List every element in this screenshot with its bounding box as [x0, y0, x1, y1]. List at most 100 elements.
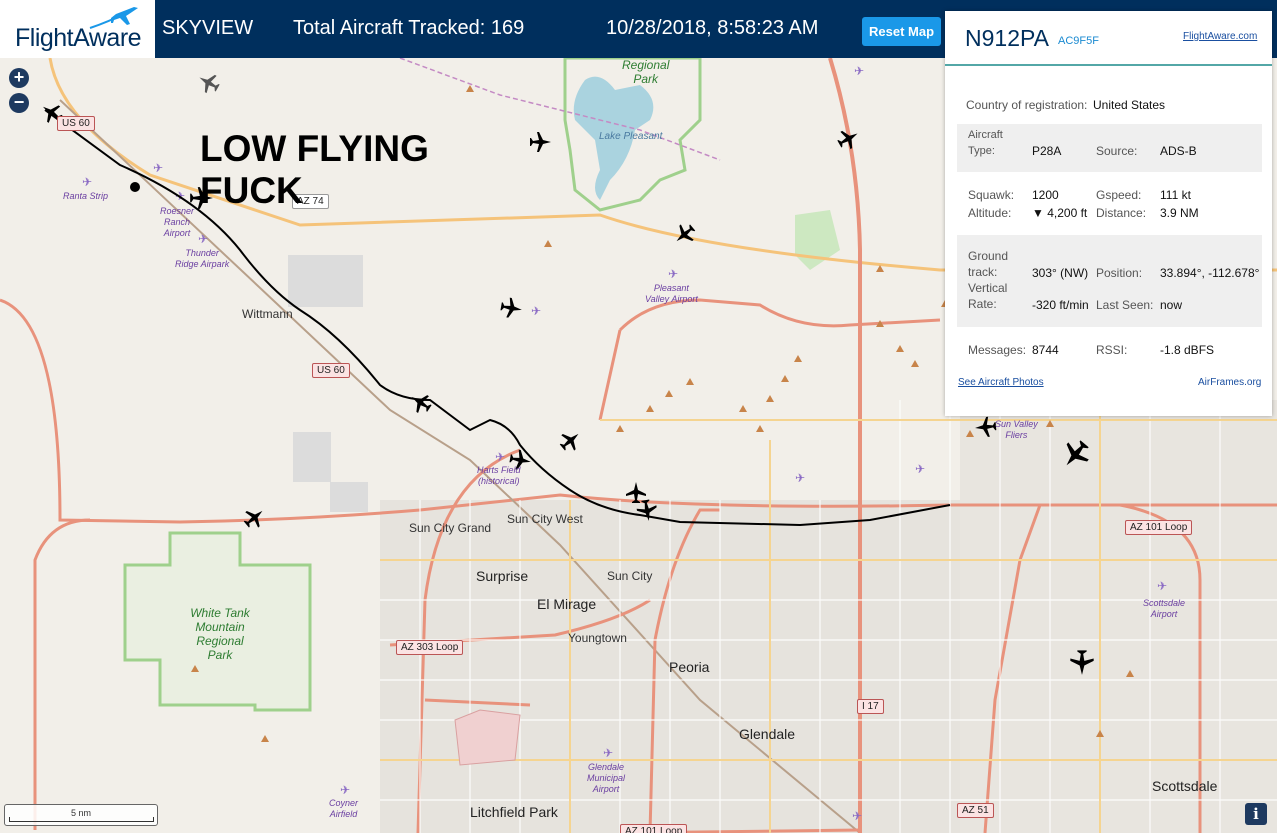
- svg-text:✈: ✈: [668, 267, 678, 281]
- rssi-key: RSSI:: [1096, 343, 1128, 357]
- airframes-link[interactable]: AirFrames.org: [1198, 377, 1261, 388]
- aircraft-icon[interactable]: [409, 391, 433, 415]
- airport-label-line: Airfield: [329, 809, 358, 819]
- airport-label: Glendale Municipal Airport: [587, 762, 625, 795]
- squawk-key: Squawk:: [968, 188, 1015, 202]
- aircraft-icon[interactable]: [242, 506, 266, 530]
- aircraft-icon[interactable]: [836, 127, 860, 151]
- app-title: SKYVIEW: [162, 17, 254, 39]
- aircraft-icon[interactable]: [558, 429, 582, 453]
- svg-text:✈: ✈: [852, 809, 862, 823]
- info-button[interactable]: i: [1245, 803, 1267, 825]
- park-label: Regional Park: [622, 58, 669, 86]
- airbase-area: [454, 709, 521, 766]
- town-label: Litchfield Park: [470, 804, 558, 820]
- airport-label-line: Thunder: [185, 248, 219, 258]
- distance-value: 3.9 NM: [1160, 206, 1199, 220]
- aircraft-icon[interactable]: [197, 71, 221, 95]
- park-label-line: White Tank: [190, 606, 250, 620]
- town-label: Wittmann: [242, 307, 293, 321]
- landfill-area: [293, 432, 331, 482]
- vertical-rate-value: -320 ft/min: [1032, 298, 1089, 312]
- vertical-rate-key: Vertical Rate:: [968, 280, 1007, 312]
- urban-area: [960, 400, 1277, 833]
- country-key: Country of registration:: [966, 98, 1088, 112]
- airport-label-line: Ranch: [164, 217, 191, 227]
- park-label-line: Regional: [196, 634, 244, 648]
- timestamp: 10/28/2018, 8:58:23 AM: [606, 17, 819, 39]
- flightaware-link[interactable]: FlightAware.com: [1183, 31, 1257, 42]
- registration-label: N912PA: [965, 25, 1049, 51]
- aircraft-icon[interactable]: [1060, 438, 1092, 470]
- position-key: Position:: [1096, 266, 1143, 280]
- town-label: Sun City: [607, 569, 653, 583]
- svg-text:✈: ✈: [915, 462, 925, 476]
- position-value: 33.894°, -112.678°: [1160, 266, 1260, 280]
- airport-label-line: Pleasant: [653, 283, 689, 293]
- airport-label-line: Airport: [163, 228, 191, 238]
- town-label: Sun City Grand: [409, 521, 492, 535]
- ground-track-value: 303° (NW): [1032, 266, 1089, 280]
- airport-label-line: Glendale: [588, 762, 625, 772]
- town-label: Youngtown: [568, 631, 627, 645]
- svg-text:✈: ✈: [795, 471, 805, 485]
- source-key: Source:: [1096, 144, 1138, 158]
- country-value: United States: [1093, 98, 1166, 112]
- flightaware-logo[interactable]: FlightAware: [0, 0, 155, 58]
- aircraft-type-key: Aircraft Type:: [968, 127, 1003, 159]
- aircraft-photos-link[interactable]: See Aircraft Photos: [958, 377, 1044, 388]
- aircraft-tracked-count: Total Aircraft Tracked: 169: [293, 17, 525, 39]
- town-label: Peoria: [669, 659, 710, 675]
- airport-label-line: Airport: [1150, 609, 1178, 619]
- key-line: track:: [968, 265, 998, 279]
- annotation-line: LOW FLYING: [200, 128, 429, 169]
- aircraft-icon[interactable]: [1068, 648, 1096, 676]
- logo-text: FlightAware: [15, 24, 142, 52]
- distance-key: Distance:: [1096, 206, 1147, 220]
- park-label-line: Park: [633, 72, 659, 86]
- airport-label-line: Harts Field: [477, 465, 521, 475]
- aircraft-icon[interactable]: [635, 498, 659, 522]
- svg-text:✈: ✈: [531, 304, 541, 318]
- town-label: Sun City West: [507, 512, 583, 526]
- gspeed-value: 111 kt: [1160, 188, 1191, 202]
- scale-line: [9, 817, 154, 822]
- airport-label-line: Airport: [592, 784, 620, 794]
- svg-text:✈: ✈: [495, 450, 505, 464]
- i17-shield: I 17: [857, 699, 884, 714]
- airport-label: Coyner Airfield: [329, 798, 358, 820]
- boundary-line: [399, 58, 721, 161]
- airport-label-line: (historical): [478, 476, 520, 486]
- svg-text:✈: ✈: [603, 746, 613, 760]
- zoom-out-button[interactable]: −: [9, 93, 29, 113]
- aircraft-icon[interactable]: [499, 296, 523, 320]
- airport-label: Thunder Ridge Airpark: [175, 248, 229, 270]
- messages-value: 8744: [1032, 343, 1059, 357]
- park-label: White Tank Mountain Regional Park: [186, 606, 254, 662]
- airport-label: Sun Valley Fliers: [995, 419, 1038, 441]
- airport-label-line: Sun Valley: [995, 419, 1038, 429]
- reset-map-button[interactable]: Reset Map: [862, 17, 941, 46]
- landfill-area: [330, 482, 368, 512]
- altitude-key: Altitude:: [968, 206, 1012, 220]
- annotation-line: FUCK: [200, 170, 303, 211]
- aircraft-icon[interactable]: [673, 222, 697, 246]
- gspeed-key: Gspeed:: [1096, 188, 1142, 202]
- town-label: Scottsdale: [1152, 778, 1218, 794]
- az51-shield: AZ 51: [957, 803, 994, 818]
- zoom-in-button[interactable]: +: [9, 68, 29, 88]
- airport-label-line: Ridge Airpark: [175, 259, 230, 269]
- last-seen-value: now: [1160, 298, 1183, 312]
- us60-shield: US 60: [312, 363, 350, 378]
- airport-label: Scottsdale Airport: [1143, 598, 1185, 620]
- az303-shield: AZ 303 Loop: [396, 640, 464, 655]
- key-line: Rate:: [968, 297, 997, 311]
- airport-label-line: Fliers: [1005, 430, 1028, 440]
- aircraft-icon[interactable]: [528, 130, 552, 154]
- svg-text:✈: ✈: [1157, 579, 1167, 593]
- town-label: El Mirage: [537, 596, 597, 612]
- az101-shield: AZ 101 Loop: [1125, 520, 1193, 535]
- airport-label: Harts Field (historical): [477, 465, 521, 487]
- svg-text:✈: ✈: [854, 64, 864, 78]
- messages-key: Messages:: [968, 343, 1027, 357]
